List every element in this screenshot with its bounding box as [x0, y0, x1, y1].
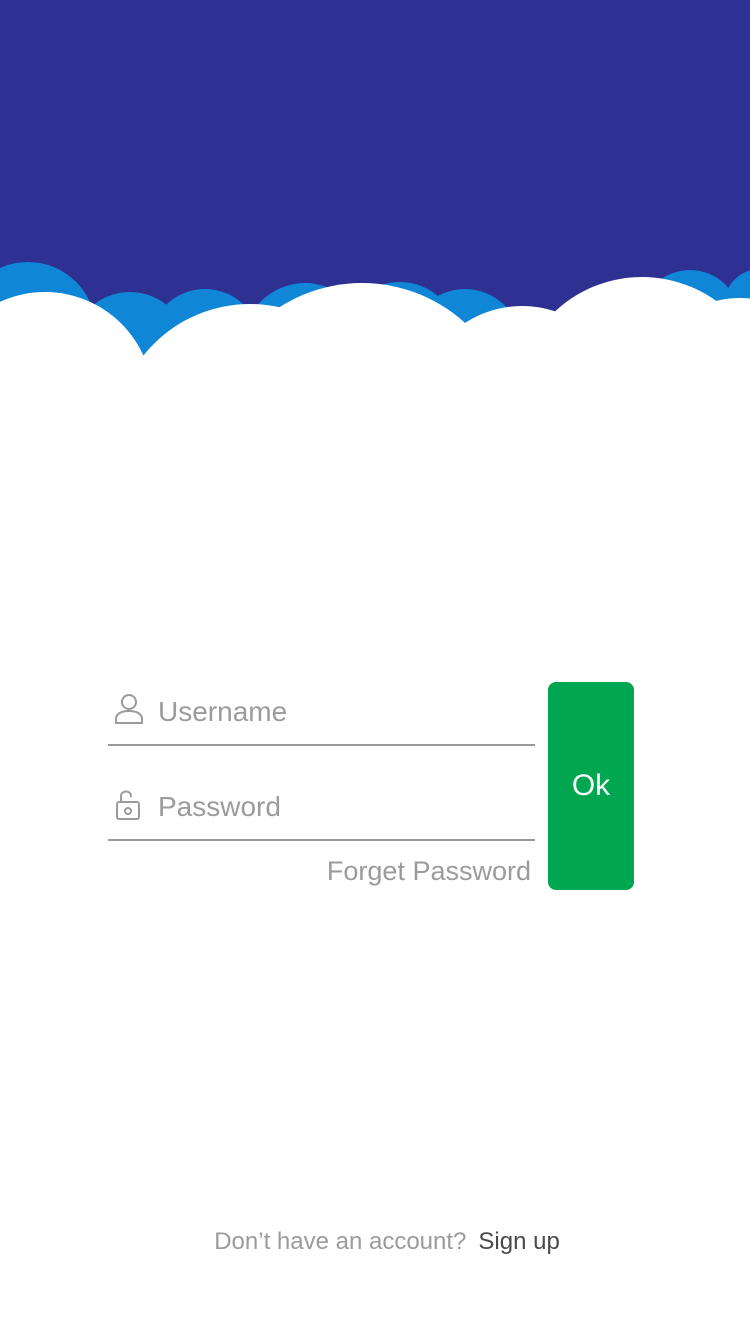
- cloud-header: [0, 0, 750, 370]
- ok-button[interactable]: Ok: [548, 682, 634, 890]
- sign-up-link[interactable]: Sign up: [478, 1228, 559, 1255]
- forget-password-link[interactable]: Forget Password: [290, 856, 531, 887]
- unlock-icon: [116, 790, 140, 820]
- password-field: [108, 779, 535, 841]
- username-field: [108, 684, 535, 746]
- signup-row: Don’t have an account? Sign up: [0, 1228, 750, 1256]
- user-icon: [115, 694, 143, 724]
- password-input[interactable]: [158, 785, 528, 829]
- username-input[interactable]: [158, 690, 528, 734]
- login-screen: Forget Password Ok Don’t have an account…: [0, 0, 750, 1334]
- signup-prompt: Don’t have an account?: [214, 1228, 467, 1255]
